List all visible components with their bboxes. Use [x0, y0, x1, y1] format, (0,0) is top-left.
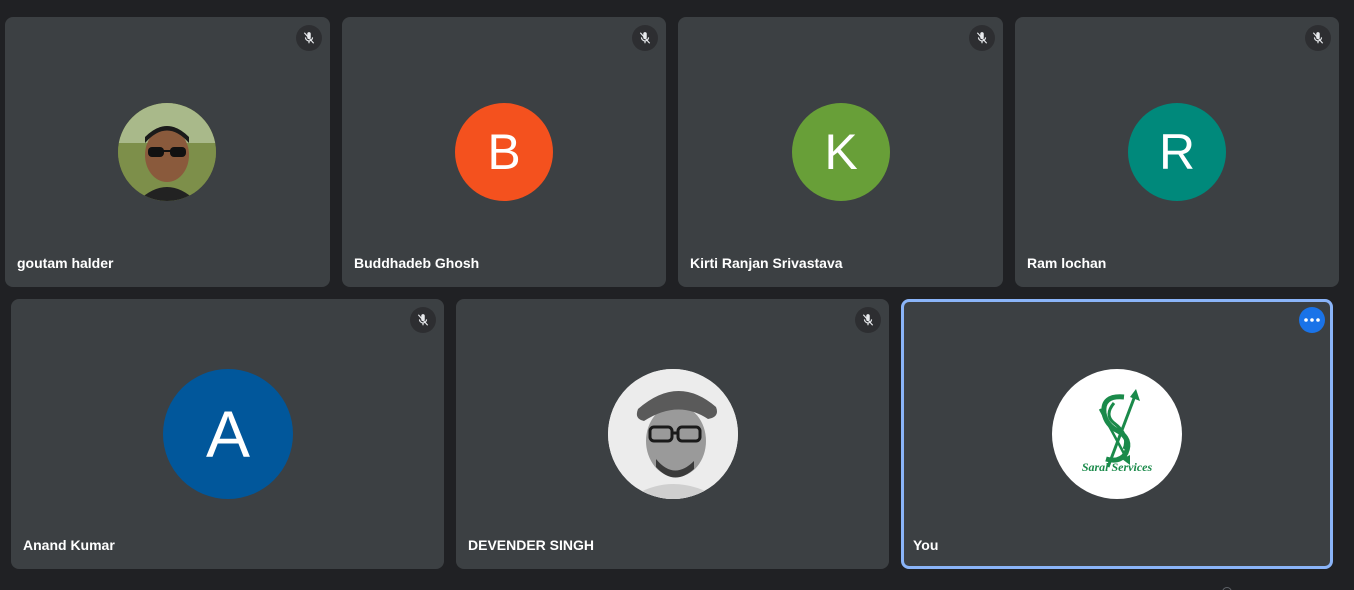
avatar-initial: A: [163, 369, 293, 499]
mic-off-icon: [1305, 25, 1331, 51]
mic-off-icon: [296, 25, 322, 51]
participant-name: Anand Kumar: [23, 537, 115, 553]
avatar-logo: Saral Services: [1052, 369, 1182, 499]
avatar-photo: [118, 103, 216, 201]
participant-tile-anand-kumar[interactable]: A Anand Kumar: [11, 299, 444, 569]
more-options-icon: [1304, 318, 1320, 322]
participant-tile-ram-lochan[interactable]: R Ram lochan: [1015, 17, 1339, 287]
mic-off-icon: [410, 307, 436, 333]
avatar-initial: K: [792, 103, 890, 201]
participant-name: Ram lochan: [1027, 255, 1107, 271]
mic-off-icon: [632, 25, 658, 51]
avatar-photo: [608, 369, 738, 499]
participant-tile-you[interactable]: Saral Services You: [901, 299, 1333, 569]
mic-off-icon: [969, 25, 995, 51]
participant-tile-devender-singh[interactable]: DEVENDER SINGH: [456, 299, 889, 569]
mic-off-icon: [855, 307, 881, 333]
participant-tile-goutam-halder[interactable]: goutam halder: [5, 17, 330, 287]
participant-name: DEVENDER SINGH: [468, 537, 595, 553]
logo-text: Saral Services: [1082, 460, 1153, 474]
participant-name: Kirti Ranjan Srivastava: [690, 255, 843, 271]
meeting-grid: goutam halder B Buddhadeb Ghosh K Kirti …: [0, 0, 1354, 590]
participant-name: goutam halder: [17, 255, 114, 271]
avatar-initial: B: [455, 103, 553, 201]
more-options-button[interactable]: [1299, 307, 1325, 333]
participant-name: Buddhadeb Ghosh: [354, 255, 480, 271]
avatar-initial: R: [1128, 103, 1226, 201]
participant-tile-buddhadeb-ghosh[interactable]: B Buddhadeb Ghosh: [342, 17, 666, 287]
participant-name: You: [913, 537, 939, 553]
participant-tile-kirti-ranjan-srivastava[interactable]: K Kirti Ranjan Srivastava: [678, 17, 1003, 287]
